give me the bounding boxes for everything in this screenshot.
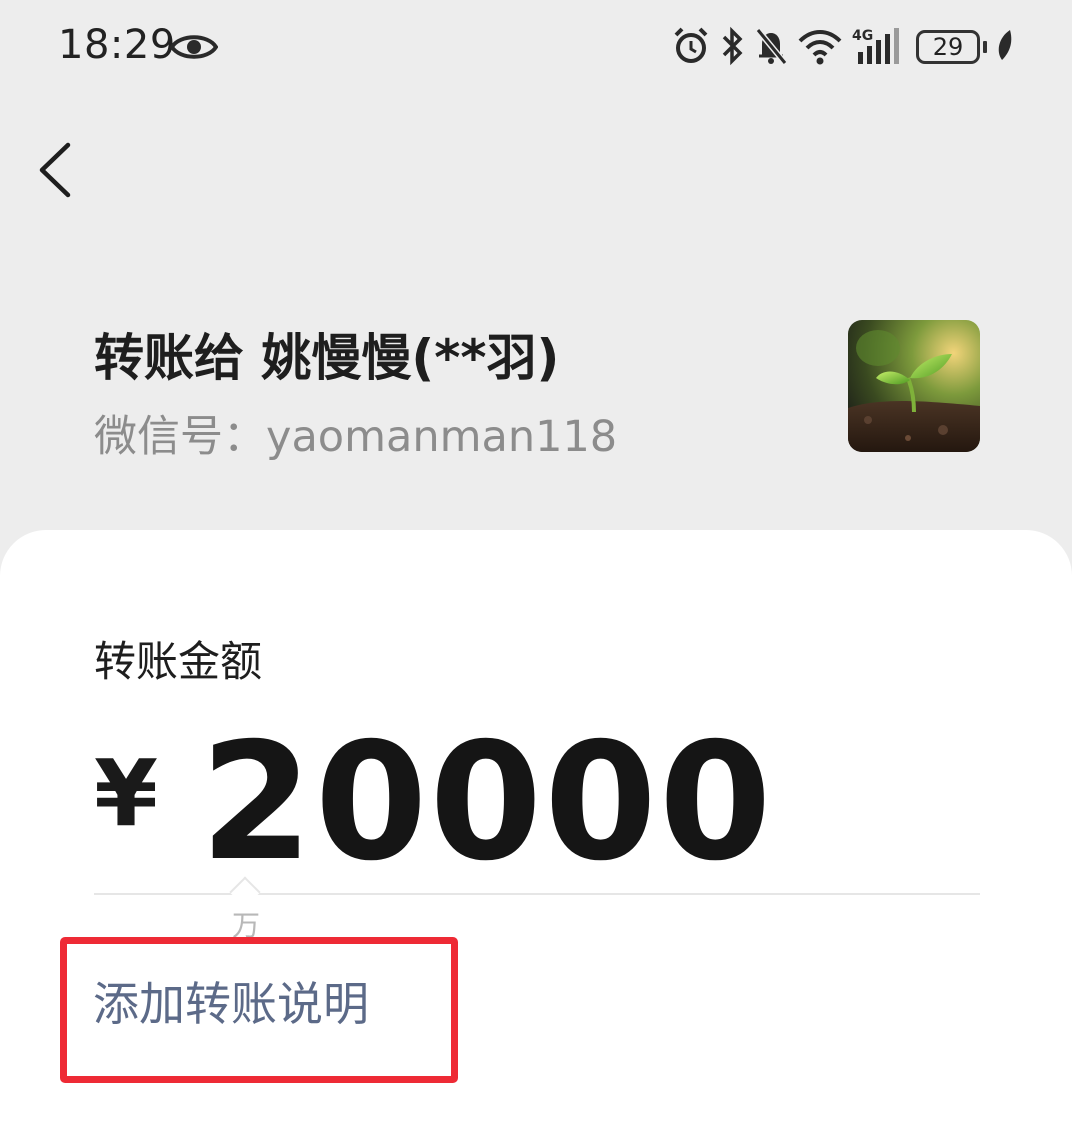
bell-muted-icon xyxy=(755,28,788,65)
status-time: 18:29 xyxy=(58,22,176,68)
battery-tip xyxy=(983,41,987,53)
wifi-icon xyxy=(798,30,842,65)
battery-icon: 29 xyxy=(916,30,980,64)
currency-symbol: ¥ xyxy=(94,740,159,847)
signal-icon: 4G xyxy=(852,28,899,64)
payee-wechat-id: 微信号：yaomanman118 xyxy=(94,412,618,462)
transfer-screen: 18:29 4G 29 转账给 姚慢慢(**羽) 微信号：yaomanman11… xyxy=(0,0,1072,1130)
leaf-icon xyxy=(998,30,1012,60)
payee-avatar[interactable] xyxy=(848,320,980,452)
amount-label: 转账金额 xyxy=(94,637,263,686)
sprout-image xyxy=(848,320,980,452)
svg-text:4G: 4G xyxy=(852,28,873,44)
back-button[interactable] xyxy=(30,135,84,205)
amount-divider xyxy=(94,893,980,895)
alarm-icon xyxy=(674,27,708,63)
battery-level: 29 xyxy=(932,33,964,61)
bluetooth-icon xyxy=(722,26,743,66)
add-transfer-note-link[interactable]: 添加转账说明 xyxy=(93,968,369,1034)
status-bar: 18:29 4G 29 xyxy=(0,0,1072,95)
eye-icon xyxy=(170,35,218,59)
payee-title: 转账给 姚慢慢(**羽) xyxy=(94,329,560,387)
amount-input[interactable]: 20000 xyxy=(200,722,774,884)
